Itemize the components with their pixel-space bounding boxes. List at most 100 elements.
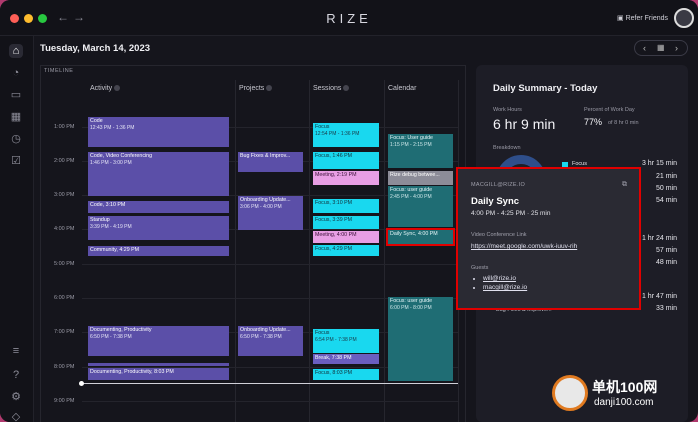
info-icon[interactable] bbox=[266, 85, 273, 92]
activity-block[interactable] bbox=[88, 363, 229, 366]
guest-email[interactable]: macgill@rize.io bbox=[483, 284, 527, 291]
column-header-activity: Activity bbox=[90, 85, 121, 92]
shield-icon[interactable]: ◇ bbox=[9, 410, 23, 422]
session-block[interactable]: Focus, 3:39 PM bbox=[313, 216, 379, 229]
chevron-right-icon[interactable]: › bbox=[675, 43, 678, 53]
session-block[interactable]: Focus 12:54 PM - 1:36 PM bbox=[313, 123, 379, 147]
sidebar: ⌂ ◔ ▭ ▦ ◷ ☑ ≡ ? ⚙ ◇ bbox=[0, 36, 34, 422]
home-icon[interactable]: ⌂ bbox=[9, 44, 23, 58]
current-time-dot bbox=[79, 381, 84, 386]
checklist-icon[interactable]: ☑ bbox=[9, 154, 23, 168]
info-icon[interactable] bbox=[343, 85, 350, 92]
info-icon[interactable] bbox=[114, 85, 121, 92]
date-navigator: ‹ ▦ › bbox=[634, 40, 688, 56]
highlight-box bbox=[386, 228, 455, 246]
project-block[interactable]: Onboarding Update... 3:06 PM - 4:00 PM bbox=[238, 196, 303, 230]
chevron-left-icon[interactable]: ‹ bbox=[643, 43, 646, 53]
session-block[interactable]: Meeting, 4:00 PM bbox=[313, 231, 379, 243]
refer-friends-button[interactable]: ▣ Refer Friends bbox=[617, 14, 668, 22]
clock-icon[interactable]: ◷ bbox=[9, 132, 23, 146]
breakdown-label: Breakdown bbox=[493, 145, 521, 151]
breakdown-row: 1 hr 24 min bbox=[641, 235, 677, 242]
hour-label: 1:00 PM bbox=[54, 124, 75, 130]
avatar[interactable] bbox=[674, 8, 694, 28]
hour-label: 8:00 PM bbox=[54, 364, 75, 370]
column-divider bbox=[384, 80, 385, 422]
activity-block[interactable]: Community, 4:29 PM bbox=[88, 246, 229, 256]
guest-email[interactable]: will@rize.io bbox=[483, 275, 527, 282]
percent-value: 77% bbox=[584, 117, 603, 127]
session-block[interactable]: Focus 6:54 PM - 7:38 PM bbox=[313, 329, 379, 353]
app-title: RIZE bbox=[326, 11, 372, 26]
help-icon[interactable]: ? bbox=[9, 368, 23, 382]
session-block[interactable]: Break, 7:38 PM bbox=[313, 354, 379, 364]
activity-block[interactable]: Code, Video Conferencing 1:46 PM - 3:00 P… bbox=[88, 152, 229, 196]
guest-list: will@rize.io macgill@rize.io bbox=[483, 275, 527, 293]
hour-line bbox=[82, 401, 458, 402]
calendar-event[interactable]: Focus: user guide 6:00 PM - 8:00 PM bbox=[388, 297, 453, 381]
session-block[interactable]: Focus, 8:03 PM bbox=[313, 369, 379, 380]
percent-label: Percent of Work Day bbox=[584, 107, 635, 113]
session-block[interactable]: Focus, 4:29 PM bbox=[313, 245, 379, 256]
title-bar: ← → RIZE ▣ Refer Friends bbox=[0, 0, 698, 36]
menu-icon[interactable]: ≡ bbox=[9, 344, 23, 358]
breakdown-row: 33 min bbox=[655, 305, 677, 312]
event-time: 4:00 PM - 4:25 PM · 25 min bbox=[471, 210, 551, 217]
hour-line bbox=[82, 264, 458, 265]
activity-block[interactable]: Documenting, Productivity, 8:03 PM bbox=[88, 368, 229, 380]
video-conference-link[interactable]: https://meet.google.com/uwk-iuuv-rih bbox=[471, 243, 577, 250]
session-block[interactable]: Focus, 3:10 PM bbox=[313, 199, 379, 213]
timeline-label: TIMELINE bbox=[44, 68, 74, 74]
current-time-line bbox=[82, 383, 458, 384]
activity-block[interactable]: Code 12:43 PM - 1:36 PM bbox=[88, 117, 229, 147]
calendar-event[interactable]: Rize debug betwee... bbox=[388, 171, 453, 185]
organizer-email: MACGILL@RIZE.IO bbox=[471, 182, 526, 188]
hour-label: 9:00 PM bbox=[54, 398, 75, 404]
breakdown-row: 54 min bbox=[655, 197, 677, 204]
hour-label: 6:00 PM bbox=[54, 295, 75, 301]
session-block[interactable]: Focus, 1:46 PM bbox=[313, 152, 379, 169]
breakdown-row: 48 min bbox=[655, 259, 677, 266]
app-window: ← → RIZE ▣ Refer Friends ⌂ ◔ ▭ ▦ ◷ ☑ ≡ ?… bbox=[0, 0, 698, 422]
watermark-text: 单机100网 bbox=[592, 379, 658, 395]
watermark-url: danji100.com bbox=[594, 397, 654, 408]
breakdown-row: 3 hr 15 min bbox=[641, 160, 677, 167]
breakdown-row: 21 min bbox=[655, 173, 677, 180]
external-link-icon[interactable]: ⧉ bbox=[622, 181, 627, 189]
activity-block[interactable]: Standup 3:39 PM - 4:19 PM bbox=[88, 216, 229, 240]
watermark: 单机100网 danji100.com bbox=[552, 375, 692, 417]
breakdown-row: 1 hr 47 min bbox=[641, 293, 677, 300]
activity-block[interactable]: Code, 3:10 PM bbox=[88, 201, 229, 213]
calendar-event[interactable]: Focus: user guide 2:45 PM - 4:00 PM bbox=[388, 186, 453, 227]
guests-label: Guests bbox=[471, 265, 489, 271]
video-conference-label: Video Conference Link bbox=[471, 232, 527, 238]
activity-block[interactable]: Documenting, Productivity 6:50 PM - 7:38 … bbox=[88, 326, 229, 356]
calendar-event[interactable]: Focus: User guide 1:15 PM - 2:15 PM bbox=[388, 134, 453, 168]
hour-label: 3:00 PM bbox=[54, 192, 75, 198]
event-title: Daily Sync bbox=[471, 196, 520, 207]
history-icon[interactable]: ◔ bbox=[9, 66, 23, 80]
column-divider bbox=[309, 80, 310, 422]
summary-title: Daily Summary - Today bbox=[493, 83, 598, 94]
column-divider bbox=[235, 80, 236, 422]
column-header-sessions: Sessions bbox=[313, 85, 350, 92]
column-header-projects: Projects bbox=[239, 85, 273, 92]
breakdown-row: 57 min bbox=[655, 247, 677, 254]
refer-friends-label: Refer Friends bbox=[625, 15, 668, 22]
event-details-popup: MACGILL@RIZE.IO ⧉ Daily Sync 4:00 PM - 4… bbox=[456, 167, 641, 310]
settings-gear-icon[interactable]: ⚙ bbox=[9, 390, 23, 404]
percent-sub: of 8 hr 0 min bbox=[608, 120, 639, 126]
calendar-icon[interactable]: ▦ bbox=[9, 110, 23, 124]
folder-icon[interactable]: ▭ bbox=[9, 88, 23, 102]
project-block[interactable]: Onboarding Update... 6:50 PM - 7:38 PM bbox=[238, 326, 303, 356]
hour-label: 5:00 PM bbox=[54, 261, 75, 267]
project-block[interactable]: Bug Fixes & Improv... bbox=[238, 152, 303, 172]
work-hours-label: Work Hours bbox=[493, 107, 522, 113]
hour-label: 2:00 PM bbox=[54, 158, 75, 164]
calendar-picker-icon[interactable]: ▦ bbox=[657, 43, 665, 52]
work-hours-value: 6 hr 9 min bbox=[493, 116, 556, 132]
page-title: Tuesday, March 14, 2023 bbox=[40, 43, 151, 54]
hour-label: 4:00 PM bbox=[54, 226, 75, 232]
hour-label: 7:00 PM bbox=[54, 329, 75, 335]
session-block[interactable]: Meeting, 2:19 PM bbox=[313, 171, 379, 185]
